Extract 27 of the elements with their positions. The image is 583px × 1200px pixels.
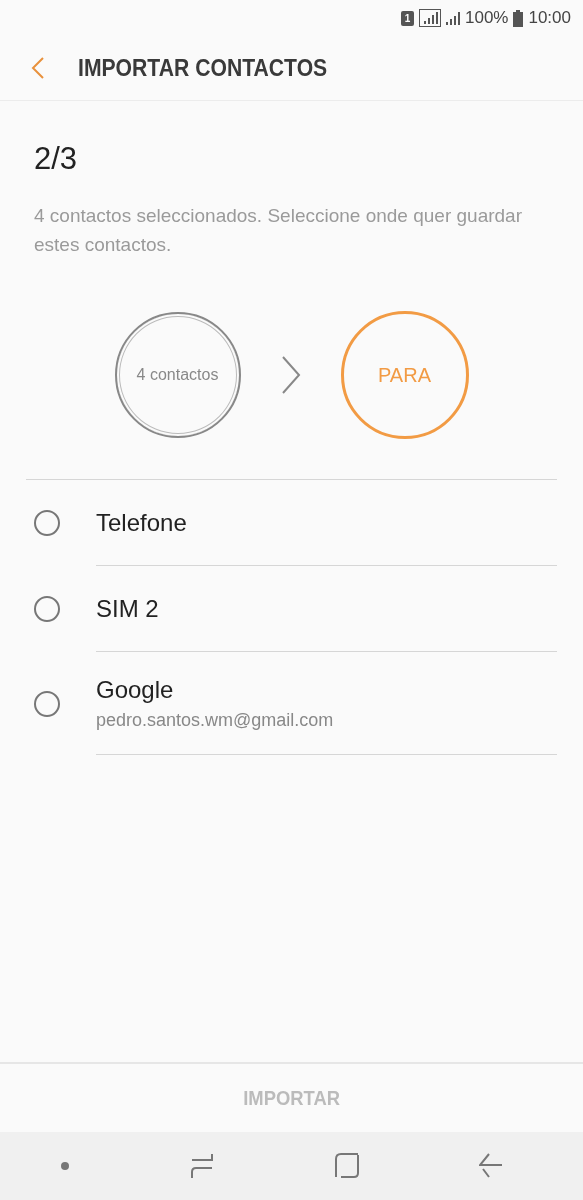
back-icon[interactable] — [478, 1153, 503, 1179]
radio-button[interactable] — [34, 510, 60, 536]
radio-button[interactable] — [34, 596, 60, 622]
step-description: 4 contactos seleccionados. Seleccione onde quer guardar estes contactos. — [34, 204, 523, 257]
back-icon[interactable] — [30, 56, 46, 80]
screen-title: IMPORTAR CONTACTOS — [78, 54, 328, 82]
account-email: pedro.santos.wm@gmail.com — [96, 709, 335, 731]
battery-level: 100% — [464, 8, 509, 28]
signal-icon — [445, 11, 460, 25]
source-circle: 4 contactos — [114, 312, 241, 438]
signal-icon — [418, 9, 441, 27]
option-label: Google — [96, 675, 175, 704]
step-counter: 2/3 — [34, 141, 79, 177]
option-label: Telefone — [96, 508, 188, 537]
chevron-right-icon — [280, 356, 301, 394]
destination-circle: PARA — [340, 311, 469, 439]
dot-icon[interactable] — [60, 1161, 71, 1171]
option-label: SIM 2 — [96, 594, 160, 623]
option-row[interactable]: Google pedro.santos.wm@gmail.com — [0, 652, 583, 755]
radio-button[interactable] — [34, 690, 60, 717]
option-row[interactable]: Telefone — [0, 480, 583, 566]
option-row[interactable]: SIM 2 — [0, 566, 583, 652]
recent-apps-icon[interactable] — [190, 1153, 215, 1179]
home-icon[interactable] — [334, 1153, 359, 1179]
clock: 10:00 — [528, 8, 571, 28]
sim-icon: 1 — [400, 10, 414, 26]
battery-icon — [513, 9, 524, 27]
